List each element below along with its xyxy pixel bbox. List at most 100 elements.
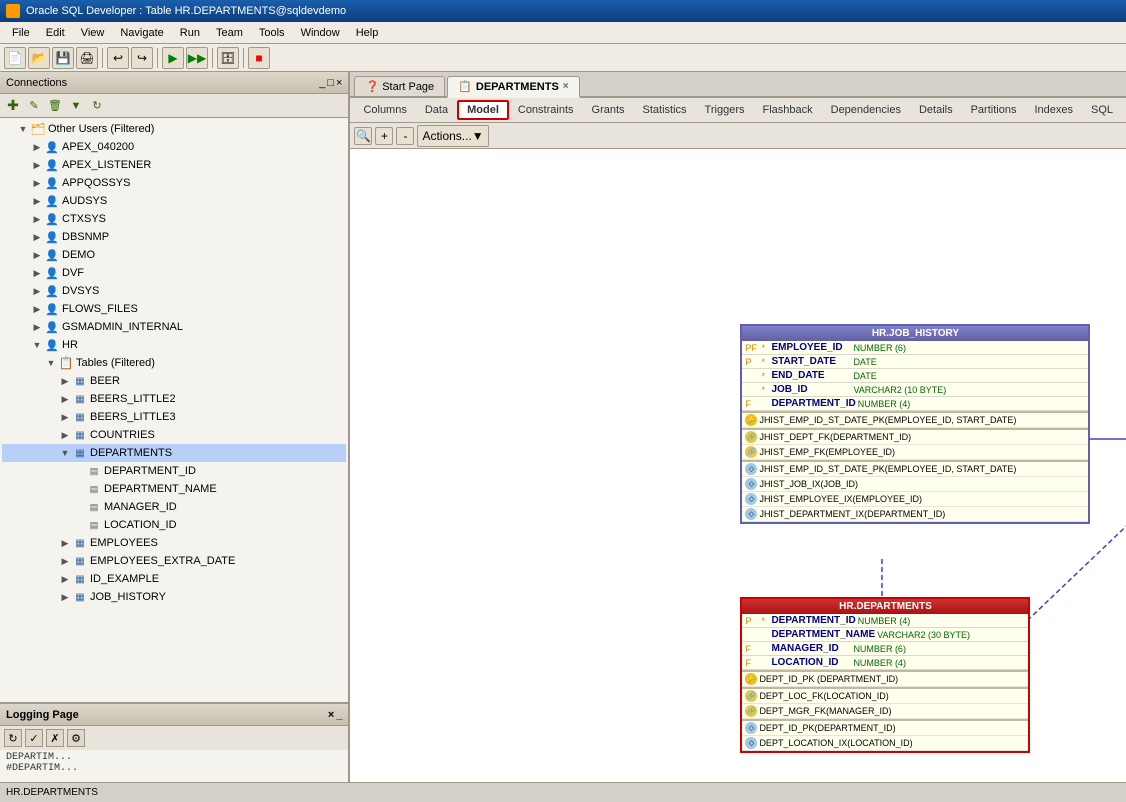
tree-node-manager-id[interactable]: ▤ MANAGER_ID	[2, 498, 346, 516]
open-btn[interactable]: 📂	[28, 47, 50, 69]
menu-item-edit[interactable]: Edit	[38, 25, 73, 41]
log-btn1[interactable]: ↻	[4, 729, 22, 747]
er-fk-jhist-emp[interactable]: 🔗 JHIST_EMP_FK(EMPLOYEE_ID)	[742, 445, 1088, 460]
run2-btn[interactable]: ▶▶	[186, 47, 208, 69]
er-idx-jhist4[interactable]: ◇ JHIST_DEPARTMENT_IX(DEPARTMENT_ID)	[742, 507, 1088, 522]
er-row-dept-name-d[interactable]: DEPARTMENT_NAME VARCHAR2 (30 BYTE)	[742, 628, 1028, 642]
tree-node-ctxsys[interactable]: ▶ 👤 CTXSYS	[2, 210, 346, 228]
menu-item-run[interactable]: Run	[172, 25, 208, 41]
er-row-dept-id-d[interactable]: P * DEPARTMENT_ID NUMBER (4)	[742, 614, 1028, 628]
er-idx-dept-pk[interactable]: ◇ DEPT_ID_PK(DEPARTMENT_ID)	[742, 721, 1028, 736]
er-row-dept-id-jh[interactable]: F DEPARTMENT_ID NUMBER (4)	[742, 397, 1088, 411]
maximize-icon[interactable]: □	[327, 77, 334, 89]
er-pk-jhist[interactable]: 🔑 JHIST_EMP_ID_ST_DATE_PK(EMPLOYEE_ID, S…	[742, 413, 1088, 428]
tree-node-departments[interactable]: ▼ ▦ DEPARTMENTS	[2, 444, 346, 462]
subtab-statistics[interactable]: Statistics	[634, 101, 696, 119]
new-btn[interactable]: 📄	[4, 47, 26, 69]
tree-node-employees-extra[interactable]: ▶ ▦ EMPLOYEES_EXTRA_DATE	[2, 552, 346, 570]
zoom-in-btn[interactable]: +	[375, 127, 393, 145]
log-btn2[interactable]: ✓	[25, 729, 43, 747]
tree-node-employees[interactable]: ▶ ▦ EMPLOYEES	[2, 534, 346, 552]
er-row-end-date[interactable]: * END_DATE DATE	[742, 369, 1088, 383]
menu-item-help[interactable]: Help	[348, 25, 387, 41]
delete-connection-btn[interactable]: 🗑	[46, 97, 64, 115]
er-idx-jhist1[interactable]: ◇ JHIST_EMP_ID_ST_DATE_PK(EMPLOYEE_ID, S…	[742, 462, 1088, 477]
er-fk-dept-loc[interactable]: 🔗 DEPT_LOC_FK(LOCATION_ID)	[742, 689, 1028, 704]
er-idx-jhist3[interactable]: ◇ JHIST_EMPLOYEE_IX(EMPLOYEE_ID)	[742, 492, 1088, 507]
undo-btn[interactable]: ↩	[107, 47, 129, 69]
subtab-columns[interactable]: Columns	[354, 101, 415, 119]
print-btn[interactable]: 🖨	[76, 47, 98, 69]
menu-item-team[interactable]: Team	[208, 25, 251, 41]
menu-item-file[interactable]: File	[4, 25, 38, 41]
stop-btn[interactable]: ■	[248, 47, 270, 69]
db-btn[interactable]: 🗄	[217, 47, 239, 69]
subtab-dependencies[interactable]: Dependencies	[822, 101, 910, 119]
tree-node-hr[interactable]: ▼ 👤 HR	[2, 336, 346, 354]
er-row-mgr-id-d[interactable]: F MANAGER_ID NUMBER (6)	[742, 642, 1028, 656]
tree-node-other-users[interactable]: ▼ 🗂 Other Users (Filtered)	[2, 120, 346, 138]
tree-node-beers-little2[interactable]: ▶ ▦ BEERS_LITTLE2	[2, 390, 346, 408]
tree-node-gsmadmin[interactable]: ▶ 👤 GSMADMIN_INTERNAL	[2, 318, 346, 336]
refresh-btn[interactable]: ↻	[88, 97, 106, 115]
subtab-triggers[interactable]: Triggers	[696, 101, 754, 119]
model-canvas[interactable]: HR.JOB_HISTORY PF * EMPLOYEE_ID NUMBER (…	[350, 149, 1126, 782]
tree-node-apex040200[interactable]: ▶ 👤 APEX_040200	[2, 138, 346, 156]
er-pk-dept[interactable]: 🔑 DEPT_ID_PK (DEPARTMENT_ID)	[742, 672, 1028, 687]
log-btn3[interactable]: ✗	[46, 729, 64, 747]
log-min[interactable]: _	[336, 709, 342, 721]
new-connection-btn[interactable]: ✚	[4, 97, 22, 115]
log-close[interactable]: ×	[328, 709, 334, 721]
tree-node-audsys[interactable]: ▶ 👤 AUDSYS	[2, 192, 346, 210]
tree-node-countries[interactable]: ▶ ▦ COUNTRIES	[2, 426, 346, 444]
menu-item-view[interactable]: View	[73, 25, 113, 41]
tree-node-apex-listener[interactable]: ▶ 👤 APEX_LISTENER	[2, 156, 346, 174]
subtab-constraints[interactable]: Constraints	[509, 101, 583, 119]
er-row-start-date[interactable]: P * START_DATE DATE	[742, 355, 1088, 369]
tree-node-dept-name[interactable]: ▤ DEPARTMENT_NAME	[2, 480, 346, 498]
subtab-data[interactable]: Data	[416, 101, 457, 119]
tree-node-job-history[interactable]: ▶ ▦ JOB_HISTORY	[2, 588, 346, 606]
tree-node-id-example[interactable]: ▶ ▦ ID_EXAMPLE	[2, 570, 346, 588]
subtab-sql[interactable]: SQL	[1082, 101, 1122, 119]
close-icon[interactable]: ×	[336, 77, 342, 89]
run-btn[interactable]: ▶	[162, 47, 184, 69]
log-btn4[interactable]: ⚙	[67, 729, 85, 747]
menu-item-navigate[interactable]: Navigate	[112, 25, 171, 41]
filter-btn[interactable]: ▼	[67, 97, 85, 115]
tree-node-beers-little3[interactable]: ▶ ▦ BEERS_LITTLE3	[2, 408, 346, 426]
menu-item-window[interactable]: Window	[293, 25, 348, 41]
subtab-grants[interactable]: Grants	[583, 101, 634, 119]
redo-btn[interactable]: ↪	[131, 47, 153, 69]
er-row-employee-id-jh[interactable]: PF * EMPLOYEE_ID NUMBER (6)	[742, 341, 1088, 355]
er-fk-jhist-dept[interactable]: 🔗 JHIST_DEPT_FK(DEPARTMENT_ID)	[742, 430, 1088, 445]
tree-node-beer[interactable]: ▶ ▦ BEER	[2, 372, 346, 390]
tree-node-location-id[interactable]: ▤ LOCATION_ID	[2, 516, 346, 534]
er-idx-dept-loc[interactable]: ◇ DEPT_LOCATION_IX(LOCATION_ID)	[742, 736, 1028, 751]
subtab-details[interactable]: Details	[910, 101, 962, 119]
tree-node-demo[interactable]: ▶ 👤 DEMO	[2, 246, 346, 264]
tree-node-flows-files[interactable]: ▶ 👤 FLOWS_FILES	[2, 300, 346, 318]
subtab-indexes[interactable]: Indexes	[1025, 101, 1082, 119]
tree-node-dbsnmp[interactable]: ▶ 👤 DBSNMP	[2, 228, 346, 246]
save-btn[interactable]: 💾	[52, 47, 74, 69]
er-row-loc-id-d[interactable]: F LOCATION_ID NUMBER (4)	[742, 656, 1028, 670]
tree-node-tables-filtered[interactable]: ▼ 📋 Tables (Filtered)	[2, 354, 346, 372]
minimize-icon[interactable]: _	[319, 77, 325, 89]
subtab-partitions[interactable]: Partitions	[962, 101, 1026, 119]
tree-node-dvsys[interactable]: ▶ 👤 DVSYS	[2, 282, 346, 300]
tree-node-appqossys[interactable]: ▶ 👤 APPQOSSYS	[2, 174, 346, 192]
tab-close-btn[interactable]: ×	[563, 81, 569, 92]
er-table-departments[interactable]: HR.DEPARTMENTS P * DEPARTMENT_ID NUMBER …	[740, 597, 1030, 753]
zoom-out-btn[interactable]: -	[396, 127, 414, 145]
er-idx-jhist2[interactable]: ◇ JHIST_JOB_IX(JOB_ID)	[742, 477, 1088, 492]
tab-start-page[interactable]: ❓ Start Page	[354, 76, 445, 96]
actions-dropdown[interactable]: Actions... ▼	[417, 125, 488, 147]
tree-node-dept-id[interactable]: ▤ DEPARTMENT_ID	[2, 462, 346, 480]
er-row-job-id-jh[interactable]: * JOB_ID VARCHAR2 (10 BYTE)	[742, 383, 1088, 397]
tab-departments[interactable]: 📋 DEPARTMENTS ×	[447, 76, 579, 98]
fit-btn[interactable]: 🔍	[354, 127, 372, 145]
edit-connection-btn[interactable]: ✎	[25, 97, 43, 115]
menu-item-tools[interactable]: Tools	[251, 25, 293, 41]
er-fk-dept-mgr[interactable]: 🔗 DEPT_MGR_FK(MANAGER_ID)	[742, 704, 1028, 719]
